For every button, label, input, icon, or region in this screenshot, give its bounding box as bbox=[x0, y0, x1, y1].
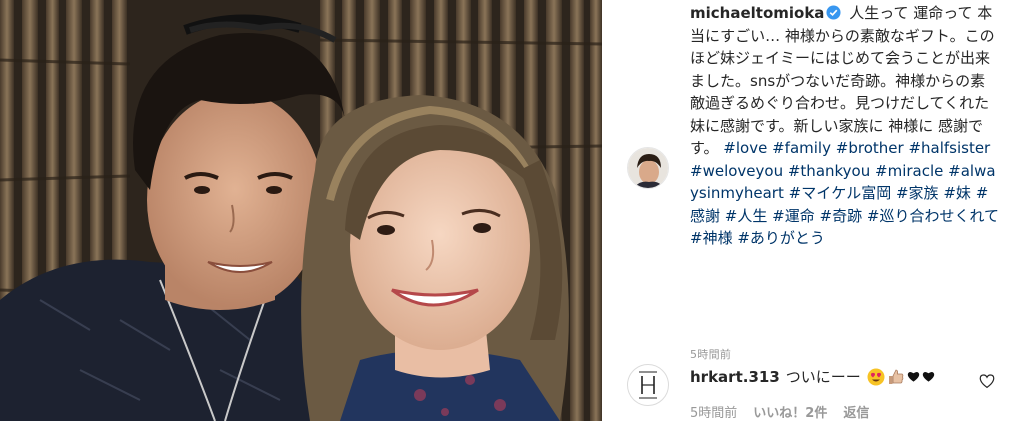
hashtag-link[interactable]: #family bbox=[772, 139, 831, 157]
hashtag-link[interactable]: #thankyou bbox=[788, 162, 870, 180]
comment-likes[interactable]: いいね！2件 bbox=[753, 402, 827, 421]
post-caption: michaeltomioka 人生って 運命って 本当にすごい… 神様からの素敵… bbox=[690, 2, 1000, 250]
commenter-avatar[interactable] bbox=[627, 364, 669, 406]
post-timestamp[interactable]: 5時間前 bbox=[690, 346, 731, 362]
hashtag-link[interactable]: #人生 bbox=[725, 207, 768, 225]
author-username[interactable]: michaeltomioka bbox=[690, 4, 824, 22]
hashtag-link[interactable]: #家族 bbox=[896, 184, 939, 202]
hashtag-link[interactable]: #brother bbox=[836, 139, 904, 157]
hashtag-link[interactable]: #love bbox=[723, 139, 767, 157]
hashtag-link[interactable]: #奇跡 bbox=[820, 207, 863, 225]
hashtag-link[interactable]: #妹 bbox=[943, 184, 971, 202]
hashtag-link[interactable]: #miracle bbox=[875, 162, 943, 180]
heart-outline-icon[interactable] bbox=[978, 372, 996, 390]
commenter-username[interactable]: hrkart.313 bbox=[690, 368, 780, 386]
post-details-panel: michaeltomioka 人生って 運命って 本当にすごい… 神様からの素敵… bbox=[602, 0, 1024, 421]
thumbs-up-emoji bbox=[888, 369, 904, 384]
verified-badge-icon bbox=[826, 5, 841, 20]
comment-meta: 5時間前 いいね！2件 返信 bbox=[690, 402, 869, 421]
commenter-logo-icon bbox=[639, 371, 657, 399]
hashtag-link[interactable]: #halfsister bbox=[908, 139, 990, 157]
photo-illustration bbox=[0, 0, 602, 421]
hashtag-list: #love #family #brother #halfsister #welo… bbox=[690, 139, 999, 247]
reply-button[interactable]: 返信 bbox=[843, 402, 869, 421]
comment-timestamp[interactable]: 5時間前 bbox=[690, 402, 737, 421]
black-heart-emoji bbox=[907, 371, 919, 382]
hashtag-link[interactable]: #マイケル富岡 bbox=[789, 184, 892, 202]
caption-text: 人生って 運命って 本当にすごい… 神様からの素敵なギフト。このほど妹ジェイミー… bbox=[690, 4, 995, 157]
hashtag-link[interactable]: #神様 bbox=[690, 229, 733, 247]
post-photo[interactable] bbox=[0, 0, 602, 421]
hashtag-link[interactable]: #運命 bbox=[772, 207, 815, 225]
heart-eyes-emoji bbox=[867, 368, 885, 385]
hashtag-link[interactable]: #ありがとう bbox=[737, 229, 825, 247]
hashtag-link[interactable]: #巡り合わせくれて bbox=[867, 207, 999, 225]
comment-text: ついにーー bbox=[785, 368, 861, 386]
comment: hrkart.313 ついにーー bbox=[690, 366, 935, 387]
author-avatar[interactable] bbox=[627, 147, 669, 189]
author-avatar-image bbox=[628, 148, 668, 188]
comment-emojis bbox=[867, 368, 935, 386]
hashtag-link[interactable]: #weloveyou bbox=[690, 162, 783, 180]
black-heart-emoji bbox=[922, 371, 934, 382]
